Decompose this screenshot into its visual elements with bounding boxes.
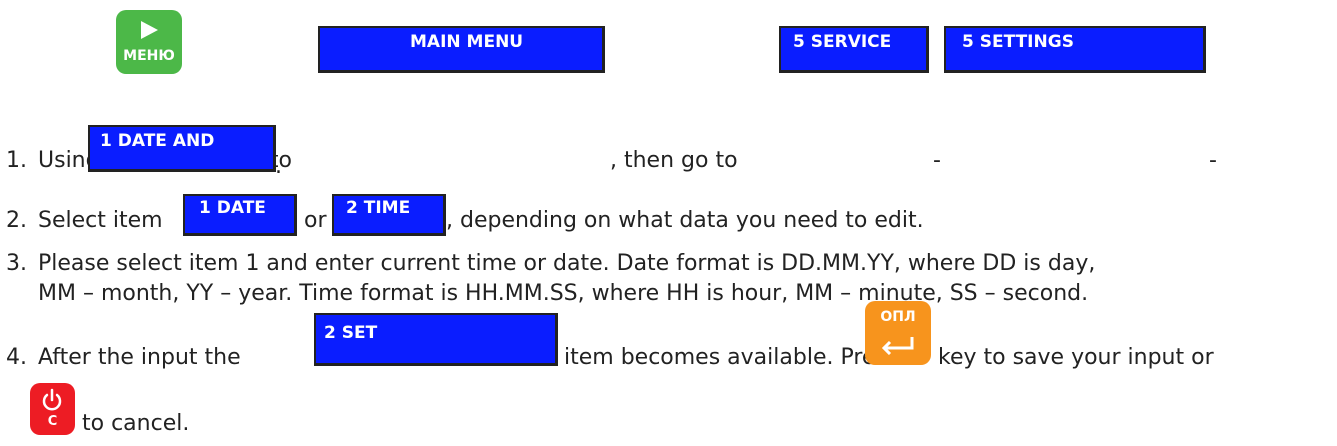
step-text: to cancel. [82, 411, 190, 436]
step-number: 4. [6, 345, 27, 370]
step-text: - [933, 148, 941, 173]
screen-label: MAIN MENU [410, 32, 524, 52]
step-text: item becomes available. Press [564, 345, 899, 370]
screen-main-menu: MAIN MENU [318, 26, 605, 73]
menu-key: МЕНЮ [116, 10, 182, 74]
enter-arrow-icon [881, 337, 914, 355]
screen-date-and: 1 DATE AND [88, 125, 276, 172]
step-text: Please select item 1 and enter current t… [38, 251, 1096, 276]
screen-label: 1 DATE AND [100, 131, 215, 151]
screen-label: 5 SETTINGS [962, 32, 1074, 52]
screen-settings: 5 SETTINGS [944, 26, 1206, 73]
screen-time: 2 TIME [332, 194, 446, 236]
play-icon [141, 21, 158, 39]
cancel-key: C [30, 383, 75, 435]
power-icon [42, 388, 62, 411]
step-text: or [304, 208, 327, 233]
step-number: 2. [6, 208, 27, 233]
step-number: 3. [6, 251, 27, 276]
step-text: Select item [38, 208, 163, 233]
screen-label: 2 TIME [346, 198, 411, 218]
pay-key-label: ОПЛ [880, 309, 916, 325]
step-text: MM – month, YY – year. Time format is HH… [38, 281, 1089, 306]
step-text: , depending on what data you need to edi… [446, 208, 924, 233]
step-text: After the input the [38, 345, 241, 370]
pay-key: ОПЛ [865, 301, 931, 365]
screen-date: 1 DATE [183, 194, 297, 236]
menu-key-label: МЕНЮ [123, 48, 175, 64]
screen-label: 1 DATE [199, 198, 266, 218]
step-text: . [275, 154, 282, 179]
step-number: 1. [6, 148, 27, 173]
screen-label: 2 SET [324, 323, 378, 343]
cancel-key-label: C [47, 414, 58, 429]
screen-service: 5 SERVICE [779, 26, 929, 73]
step-text: , then go to [610, 148, 738, 173]
screen-set: 2 SET [314, 313, 558, 366]
screen-label: 5 SERVICE [793, 32, 892, 52]
step-text: key to save your input or [938, 345, 1214, 370]
step-text: - [1209, 148, 1217, 173]
